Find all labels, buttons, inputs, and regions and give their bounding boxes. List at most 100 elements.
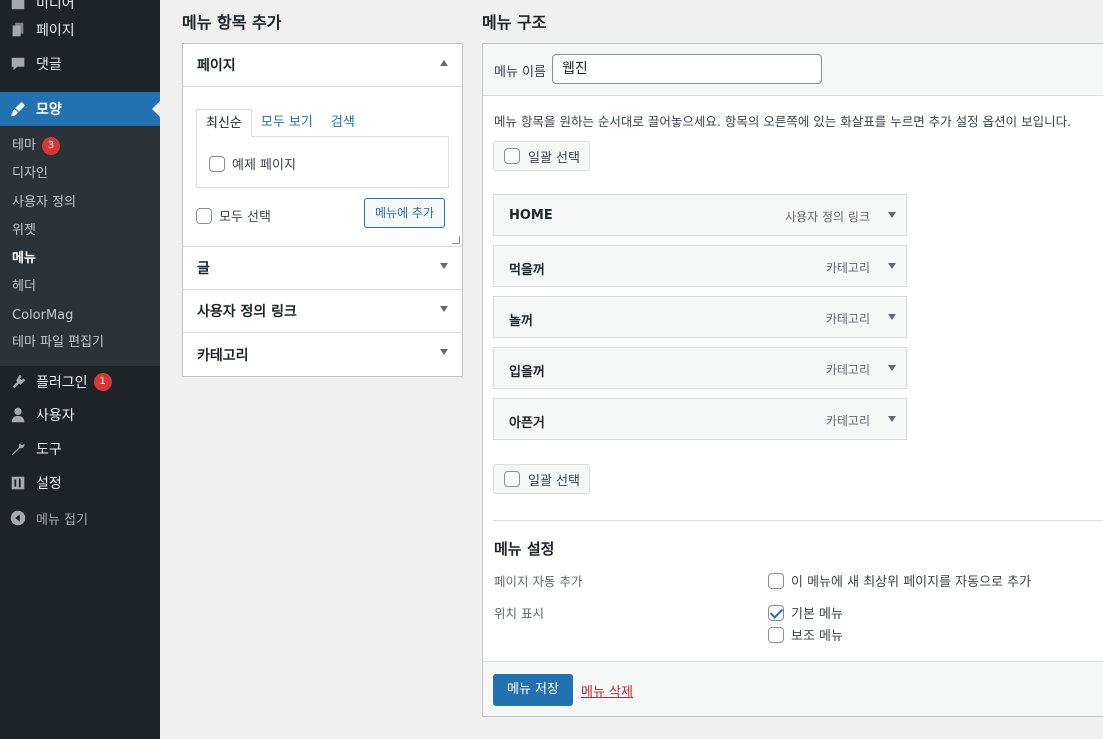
expand-arrow-icon[interactable]	[440, 263, 448, 269]
select-all-option[interactable]: 모두 선택	[196, 206, 271, 225]
expand-arrow-icon[interactable]	[888, 212, 896, 218]
submenu-item-label: 테마	[12, 138, 36, 153]
sidebar-item-tools[interactable]: 도구	[0, 432, 160, 466]
save-menu-button[interactable]: 메뉴 저장	[493, 674, 573, 706]
submenu-item-design[interactable]: 디자인	[12, 164, 48, 184]
sidebar-item-plugins[interactable]: 플러그인 1	[0, 365, 160, 399]
auto-add-option-label: 이 메뉴에 새 최상위 페이지를 자동으로 추가	[791, 575, 1032, 590]
menu-structure-panel: 메뉴 이름 웹진 메뉴 항목을 원하는 순서대로 끌어놓으세요. 항목의 오른쪽…	[482, 43, 1103, 717]
section-title: 글	[197, 261, 210, 277]
submenu-item-menus[interactable]: 메뉴	[12, 249, 36, 269]
section-title: 페이지	[197, 58, 236, 74]
collapse-arrow-icon	[0, 509, 36, 527]
expand-arrow-icon[interactable]	[440, 306, 448, 312]
page-option[interactable]: 예제 페이지	[209, 154, 296, 173]
location-secondary-checkbox[interactable]	[768, 626, 784, 643]
update-count-badge: 3	[41, 137, 60, 155]
auto-add-option[interactable]: 이 메뉴에 새 최상위 페이지를 자동으로 추가	[768, 571, 1031, 590]
menu-item-title: 아픈거	[509, 416, 545, 431]
menu-item[interactable]: HOME 사용자 정의 링크	[493, 194, 907, 236]
update-count-badge: 1	[93, 373, 112, 391]
menu-item[interactable]: 입을꺼 카테고리	[493, 347, 907, 389]
bulk-select-label: 일괄 선택	[528, 473, 580, 489]
pages-checklist: 예제 페이지	[196, 136, 449, 188]
sidebar-item-comments[interactable]: 댓글	[0, 47, 160, 81]
section-title: 사용자 정의 링크	[197, 304, 297, 320]
settings-icon	[0, 474, 36, 492]
submenu-item-widgets[interactable]: 위젯	[12, 221, 36, 241]
admin-sidebar: 미디어 페이지 댓글 모양 테마 3 디자인 사용자 정의 위젯 메뉴 헤더 C…	[0, 0, 160, 739]
menu-item-type: 카테고리	[825, 261, 870, 275]
submenu-item-theme-editor[interactable]: 테마 파일 편집기	[12, 333, 104, 353]
menu-item[interactable]: 놀꺼 카테고리	[493, 296, 907, 338]
appearance-submenu: 테마 3 디자인 사용자 정의 위젯 메뉴 헤더 ColorMag 테마 파일 …	[0, 126, 160, 366]
menu-item-title: 입을꺼	[509, 365, 545, 380]
bulk-select-button[interactable]: 일괄 선택	[493, 141, 590, 171]
auto-add-checkbox[interactable]	[768, 572, 784, 589]
submenu-item-themes[interactable]: 테마 3	[12, 136, 60, 156]
accordion-section-pages[interactable]: 페이지	[183, 44, 462, 87]
sidebar-item-label: 플러그인	[36, 375, 88, 391]
select-all-checkbox[interactable]	[196, 207, 212, 224]
sidebar-item-label: 설정	[36, 476, 62, 492]
menu-item[interactable]: 먹을꺼 카테고리	[493, 245, 907, 287]
location-primary-option[interactable]: 기본 메뉴	[768, 603, 843, 622]
menu-item-type: 사용자 정의 링크	[785, 210, 870, 224]
sidebar-item-pages[interactable]: 페이지	[0, 13, 160, 47]
expand-arrow-icon[interactable]	[888, 365, 896, 371]
bulk-select-checkbox[interactable]	[504, 148, 520, 164]
menu-item-type: 카테고리	[825, 414, 870, 428]
accordion-section-posts[interactable]: 글	[183, 247, 462, 290]
location-primary-checkbox[interactable]	[768, 604, 784, 621]
page-option-label: 예제 페이지	[232, 158, 296, 173]
sidebar-item-label: 페이지	[36, 23, 75, 39]
drag-instructions: 메뉴 항목을 원하는 순서대로 끌어놓으세요. 항목의 오른쪽에 있는 화살표를…	[494, 114, 1072, 129]
bulk-select-button[interactable]: 일괄 선택	[493, 464, 590, 494]
menu-footer: 메뉴 저장 메뉴 삭제	[483, 661, 1103, 716]
bulk-select-label: 일괄 선택	[528, 150, 580, 166]
page-checkbox[interactable]	[209, 155, 225, 172]
location-secondary-option[interactable]: 보조 메뉴	[768, 625, 843, 644]
tab-search[interactable]: 검색	[322, 109, 364, 137]
section-title: 카테고리	[197, 347, 249, 364]
sidebar-item-appearance[interactable]: 모양	[0, 92, 160, 126]
media-icon	[0, 0, 36, 12]
bulk-select-checkbox[interactable]	[504, 471, 520, 487]
expand-arrow-icon[interactable]	[888, 416, 896, 422]
menu-name-bar: 메뉴 이름 웹진	[483, 44, 1103, 96]
expand-arrow-icon[interactable]	[888, 263, 896, 269]
submenu-item-header[interactable]: 헤더	[12, 277, 36, 297]
sidebar-item-label: 사용자	[36, 408, 75, 424]
tab-view-all[interactable]: 모두 보기	[252, 109, 322, 137]
submenu-item-colormag[interactable]: ColorMag	[12, 306, 73, 326]
divider	[493, 520, 1103, 521]
sidebar-item-label: 미디어	[36, 0, 75, 12]
sidebar-item-settings[interactable]: 설정	[0, 466, 160, 500]
sidebar-item-label: 도구	[36, 442, 62, 458]
menu-item[interactable]: 아픈거 카테고리	[493, 398, 907, 440]
resize-handle[interactable]	[452, 236, 460, 244]
location-option-label: 보조 메뉴	[791, 629, 843, 644]
add-to-menu-button[interactable]: 메뉴에 추가	[364, 198, 446, 228]
menu-item-type: 카테고리	[825, 363, 870, 377]
delete-menu-link[interactable]: 메뉴 삭제	[581, 681, 633, 700]
menu-item-title: HOME	[509, 208, 553, 223]
pages-panel: 최신순 모두 보기 검색 예제 페이지 모두 선택 메뉴에 추가	[183, 87, 462, 247]
menu-name-label: 메뉴 이름	[494, 65, 546, 80]
users-icon	[0, 406, 36, 424]
plugins-icon	[0, 373, 36, 391]
accordion-section-categories[interactable]: 카테고리	[183, 333, 462, 376]
add-menu-items-accordion: 페이지 최신순 모두 보기 검색 예제 페이지 모두 선택 메뉴에 추가 글 사…	[182, 43, 463, 377]
accordion-section-custom-links[interactable]: 사용자 정의 링크	[183, 290, 462, 333]
sidebar-item-users[interactable]: 사용자	[0, 398, 160, 432]
menu-name-input[interactable]: 웹진	[552, 54, 822, 84]
tab-most-recent[interactable]: 최신순	[196, 109, 252, 137]
display-location-label: 위치 표시	[494, 606, 544, 621]
menu-item-title: 놀꺼	[509, 314, 533, 329]
expand-arrow-icon[interactable]	[888, 314, 896, 320]
menu-item-type: 카테고리	[825, 312, 870, 326]
collapse-menu-button[interactable]: 메뉴 접기	[0, 501, 160, 535]
collapse-arrow-icon[interactable]	[440, 60, 448, 66]
expand-arrow-icon[interactable]	[440, 349, 448, 355]
submenu-item-customize[interactable]: 사용자 정의	[12, 193, 76, 213]
